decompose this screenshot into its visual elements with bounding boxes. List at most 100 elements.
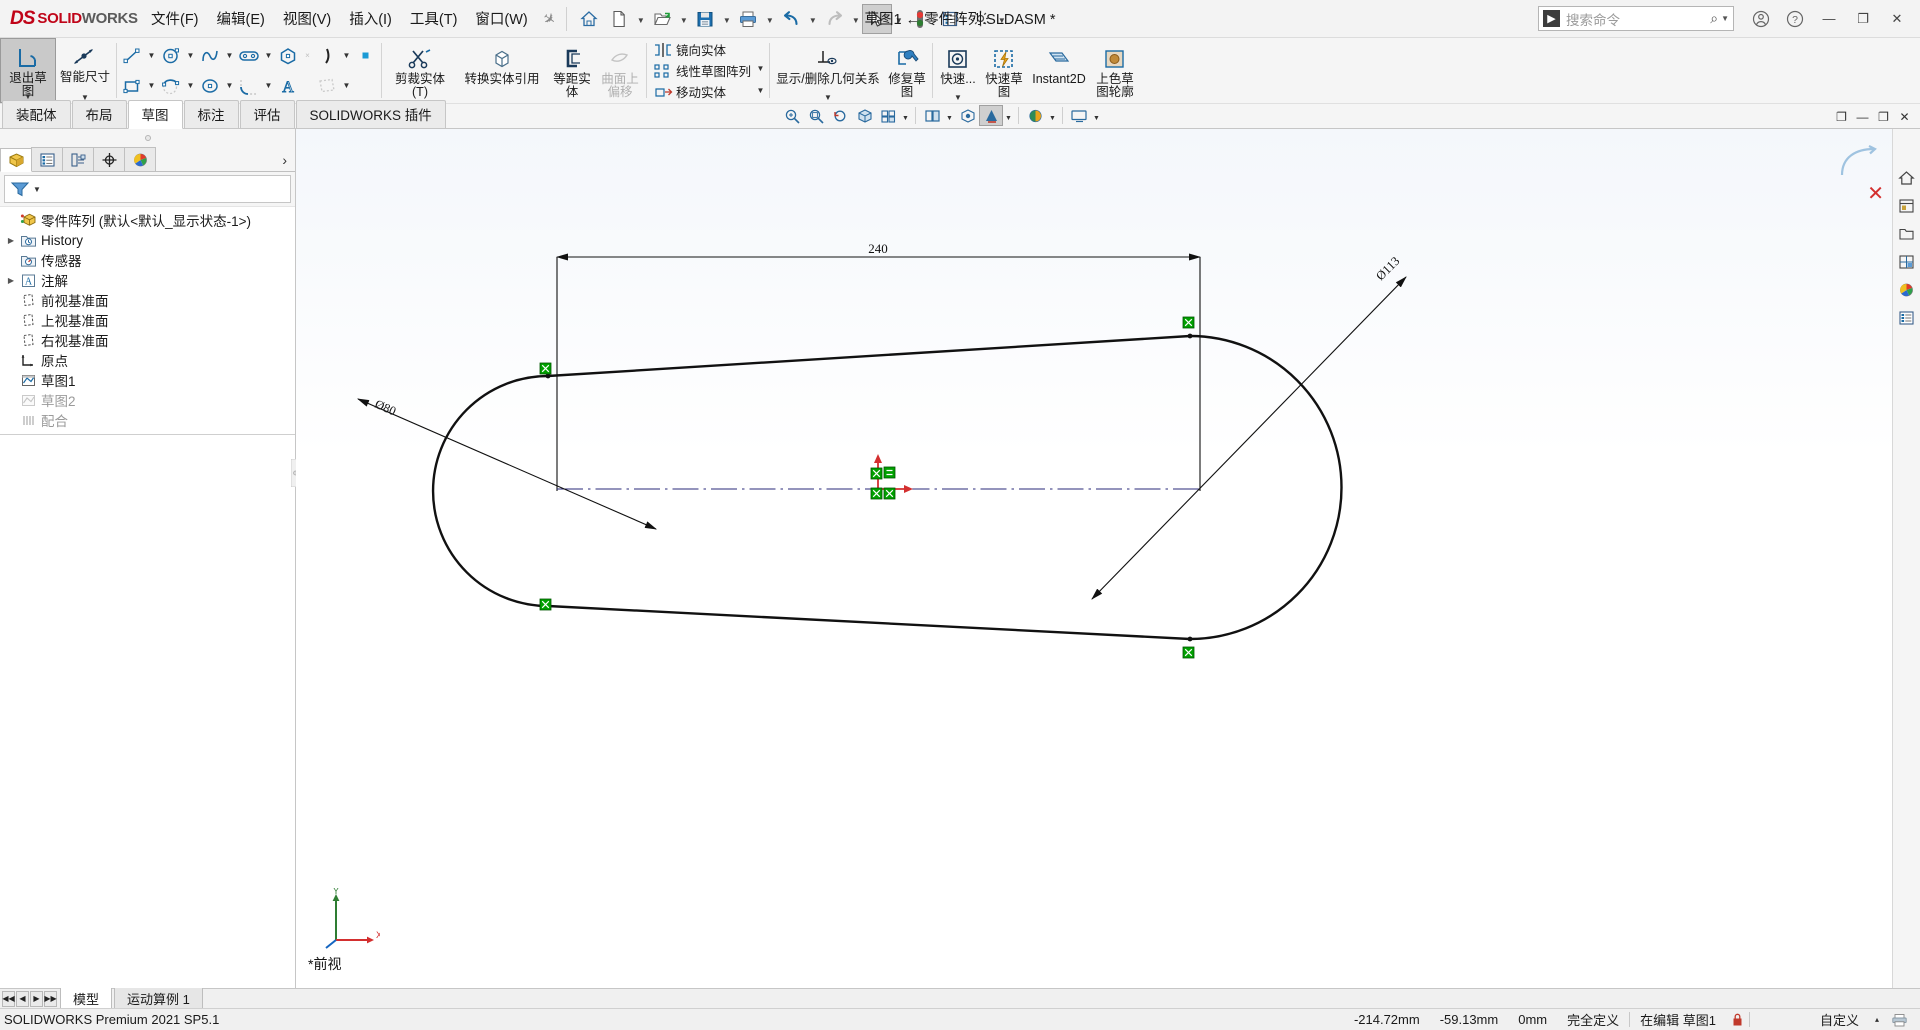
offset-on-surface-button[interactable]: 曲面上 偏移 — [596, 38, 644, 103]
circle-tool-caret[interactable]: ▼ — [184, 43, 197, 69]
text-tool-icon[interactable]: A — [275, 73, 301, 99]
feature-tree[interactable]: 零件阵列 (默认<默认_显示状态-1>) ▶ History 传感器 ▶ A 注… — [0, 206, 295, 988]
bottom-tab-model[interactable]: 模型 — [60, 987, 113, 1010]
spline-tool-caret[interactable]: ▼ — [223, 43, 236, 69]
mirror-entities-item[interactable]: 镜向实体 — [649, 39, 754, 60]
circle-tool-icon[interactable] — [158, 43, 184, 69]
move-entities-item[interactable]: 移动实体 — [649, 81, 754, 102]
nav-last-button[interactable]: ▶▶ — [44, 990, 57, 1007]
redo-caret[interactable]: ▼ — [849, 4, 862, 34]
save-icon[interactable] — [690, 4, 720, 34]
home-icon[interactable] — [574, 4, 604, 34]
nav-next-button[interactable]: ▶ — [30, 990, 43, 1007]
restore-button[interactable]: ❐ — [1846, 4, 1880, 34]
relation-markers[interactable] — [539, 316, 1195, 659]
tab-evaluate[interactable]: 评估 — [239, 100, 295, 128]
tree-item-origin[interactable]: 原点 — [0, 350, 295, 370]
offset-entities-button[interactable]: 等距实 体 — [548, 38, 596, 103]
menu-window[interactable]: 窗口(W) — [466, 5, 536, 32]
graphics-area[interactable]: 240 Ø80 Ø113 Y X *前视 ✕ — [296, 129, 1920, 988]
convert-entities-button[interactable]: 转换实体引用 — [456, 38, 548, 103]
diameter-dimension-113[interactable]: Ø113 — [1091, 254, 1407, 600]
spline-point-caret[interactable]: ▼ — [340, 43, 353, 69]
point-tool-icon[interactable] — [353, 43, 379, 69]
window-restore-icon[interactable]: ❐ — [1874, 108, 1893, 126]
status-customize-caret[interactable]: ▴ — [1869, 1015, 1885, 1024]
fm-tab-configuration-manager[interactable] — [62, 147, 94, 171]
apply-scene-icon[interactable] — [1023, 105, 1047, 126]
file-properties-icon[interactable] — [935, 4, 965, 34]
custom-properties-icon[interactable] — [1896, 307, 1918, 329]
redo-icon[interactable] — [819, 4, 849, 34]
help-question-icon[interactable]: ? — [1778, 4, 1812, 34]
file-explorer-icon[interactable] — [1896, 223, 1918, 245]
line-tool-icon[interactable] — [119, 43, 145, 69]
section-view-icon[interactable] — [852, 105, 876, 126]
line-tool-caret[interactable]: ▼ — [145, 43, 158, 69]
rebuild-traffic-light-icon[interactable] — [905, 4, 935, 34]
tab-layout[interactable]: 布局 — [71, 100, 127, 128]
instant2d-button[interactable]: Instant2D — [1027, 38, 1091, 103]
sketch-canvas[interactable]: 240 Ø80 Ø113 — [296, 129, 1892, 988]
sketch-fillet-icon[interactable] — [236, 73, 262, 99]
nav-prev-button[interactable]: ◀ — [16, 990, 29, 1007]
bottom-tab-motion-study-1[interactable]: 运动算例 1 — [114, 987, 203, 1010]
tree-item-sketch1[interactable]: 草图1 — [0, 370, 295, 390]
user-account-icon[interactable] — [1744, 4, 1778, 34]
tree-item-history[interactable]: ▶ History — [0, 230, 295, 250]
fm-tab-display-manager[interactable] — [124, 147, 156, 171]
menu-edit[interactable]: 编辑(E) — [208, 5, 274, 32]
previous-view-icon[interactable] — [828, 105, 852, 126]
view-orientation-caret[interactable]: ▼ — [900, 105, 911, 126]
tab-markup[interactable]: 标注 — [183, 100, 239, 128]
tree-arrow-history[interactable]: ▶ — [4, 236, 18, 245]
home-dock-icon[interactable] — [1896, 167, 1918, 189]
exit-sketch-button[interactable]: 退出草图 ▼ — [0, 38, 56, 103]
shaded-sketch-contours-button[interactable]: 上色草 图轮廓 — [1091, 38, 1139, 103]
save-caret[interactable]: ▼ — [720, 4, 733, 34]
tree-item-front-plane[interactable]: 前视基准面 — [0, 290, 295, 310]
move-entities-caret[interactable]: ▼ — [754, 79, 767, 101]
display-delete-relations-button[interactable]: 显示/删除几何关系 ▼ — [772, 38, 884, 103]
ellipse-tool-icon[interactable] — [197, 73, 223, 99]
window-minimize-icon[interactable]: — — [1853, 108, 1872, 126]
linear-dimension-240[interactable]: 240 — [555, 241, 1202, 261]
display-style-icon[interactable] — [920, 105, 944, 126]
tree-arrow-annotations[interactable]: ▶ — [4, 276, 18, 285]
view-settings-caret[interactable]: ▼ — [1091, 105, 1102, 126]
rectangle-tool-icon[interactable] — [119, 73, 145, 99]
sketch-fillet-caret[interactable]: ▼ — [262, 73, 275, 99]
close-button[interactable]: ✕ — [1880, 4, 1914, 34]
polygon-tool-caret[interactable]: × — [301, 43, 314, 69]
repair-sketch-button[interactable]: 修复草 图 — [884, 38, 930, 103]
tree-item-top-plane[interactable]: 上视基准面 — [0, 310, 295, 330]
options-gear-icon[interactable] — [965, 4, 995, 34]
open-folder-icon[interactable] — [647, 4, 677, 34]
edit-appearance-icon[interactable] — [979, 105, 1003, 126]
zoom-to-area-icon[interactable] — [804, 105, 828, 126]
tree-item-sketch2[interactable]: 草图2 — [0, 390, 295, 410]
print-icon[interactable] — [733, 4, 763, 34]
menu-view[interactable]: 视图(V) — [274, 5, 340, 32]
polygon-tool-icon[interactable] — [275, 43, 301, 69]
edit-appearance-caret[interactable]: ▼ — [1003, 105, 1014, 126]
fm-tab-feature-tree[interactable] — [0, 148, 32, 172]
trim-entities-button[interactable]: 剪裁实体(T) — [384, 38, 456, 103]
search-dropdown-caret[interactable]: ▼ — [1721, 14, 1729, 23]
minimize-button[interactable]: — — [1812, 4, 1846, 34]
tree-item-right-plane[interactable]: 右视基准面 — [0, 330, 295, 350]
zoom-to-fit-icon[interactable] — [780, 105, 804, 126]
display-style-caret[interactable]: ▼ — [944, 105, 955, 126]
tree-item-sensors[interactable]: 传感器 — [0, 250, 295, 270]
view-settings-icon[interactable] — [1067, 105, 1091, 126]
select-arrow-icon[interactable] — [862, 3, 893, 34]
panel-grip-handle[interactable] — [0, 129, 295, 146]
ellipse-tool-caret[interactable]: ▼ — [223, 73, 236, 99]
diameter-dimension-80[interactable]: Ø80 — [356, 397, 658, 530]
print-caret[interactable]: ▼ — [763, 4, 776, 34]
view-palette-icon[interactable] — [1896, 251, 1918, 273]
tree-item-annotations[interactable]: ▶ A 注解 — [0, 270, 295, 290]
menu-insert[interactable]: 插入(I) — [340, 5, 401, 32]
close-sketch-x-icon[interactable]: ✕ — [1867, 181, 1884, 206]
options-gear-caret[interactable]: ▼ — [995, 4, 1008, 34]
